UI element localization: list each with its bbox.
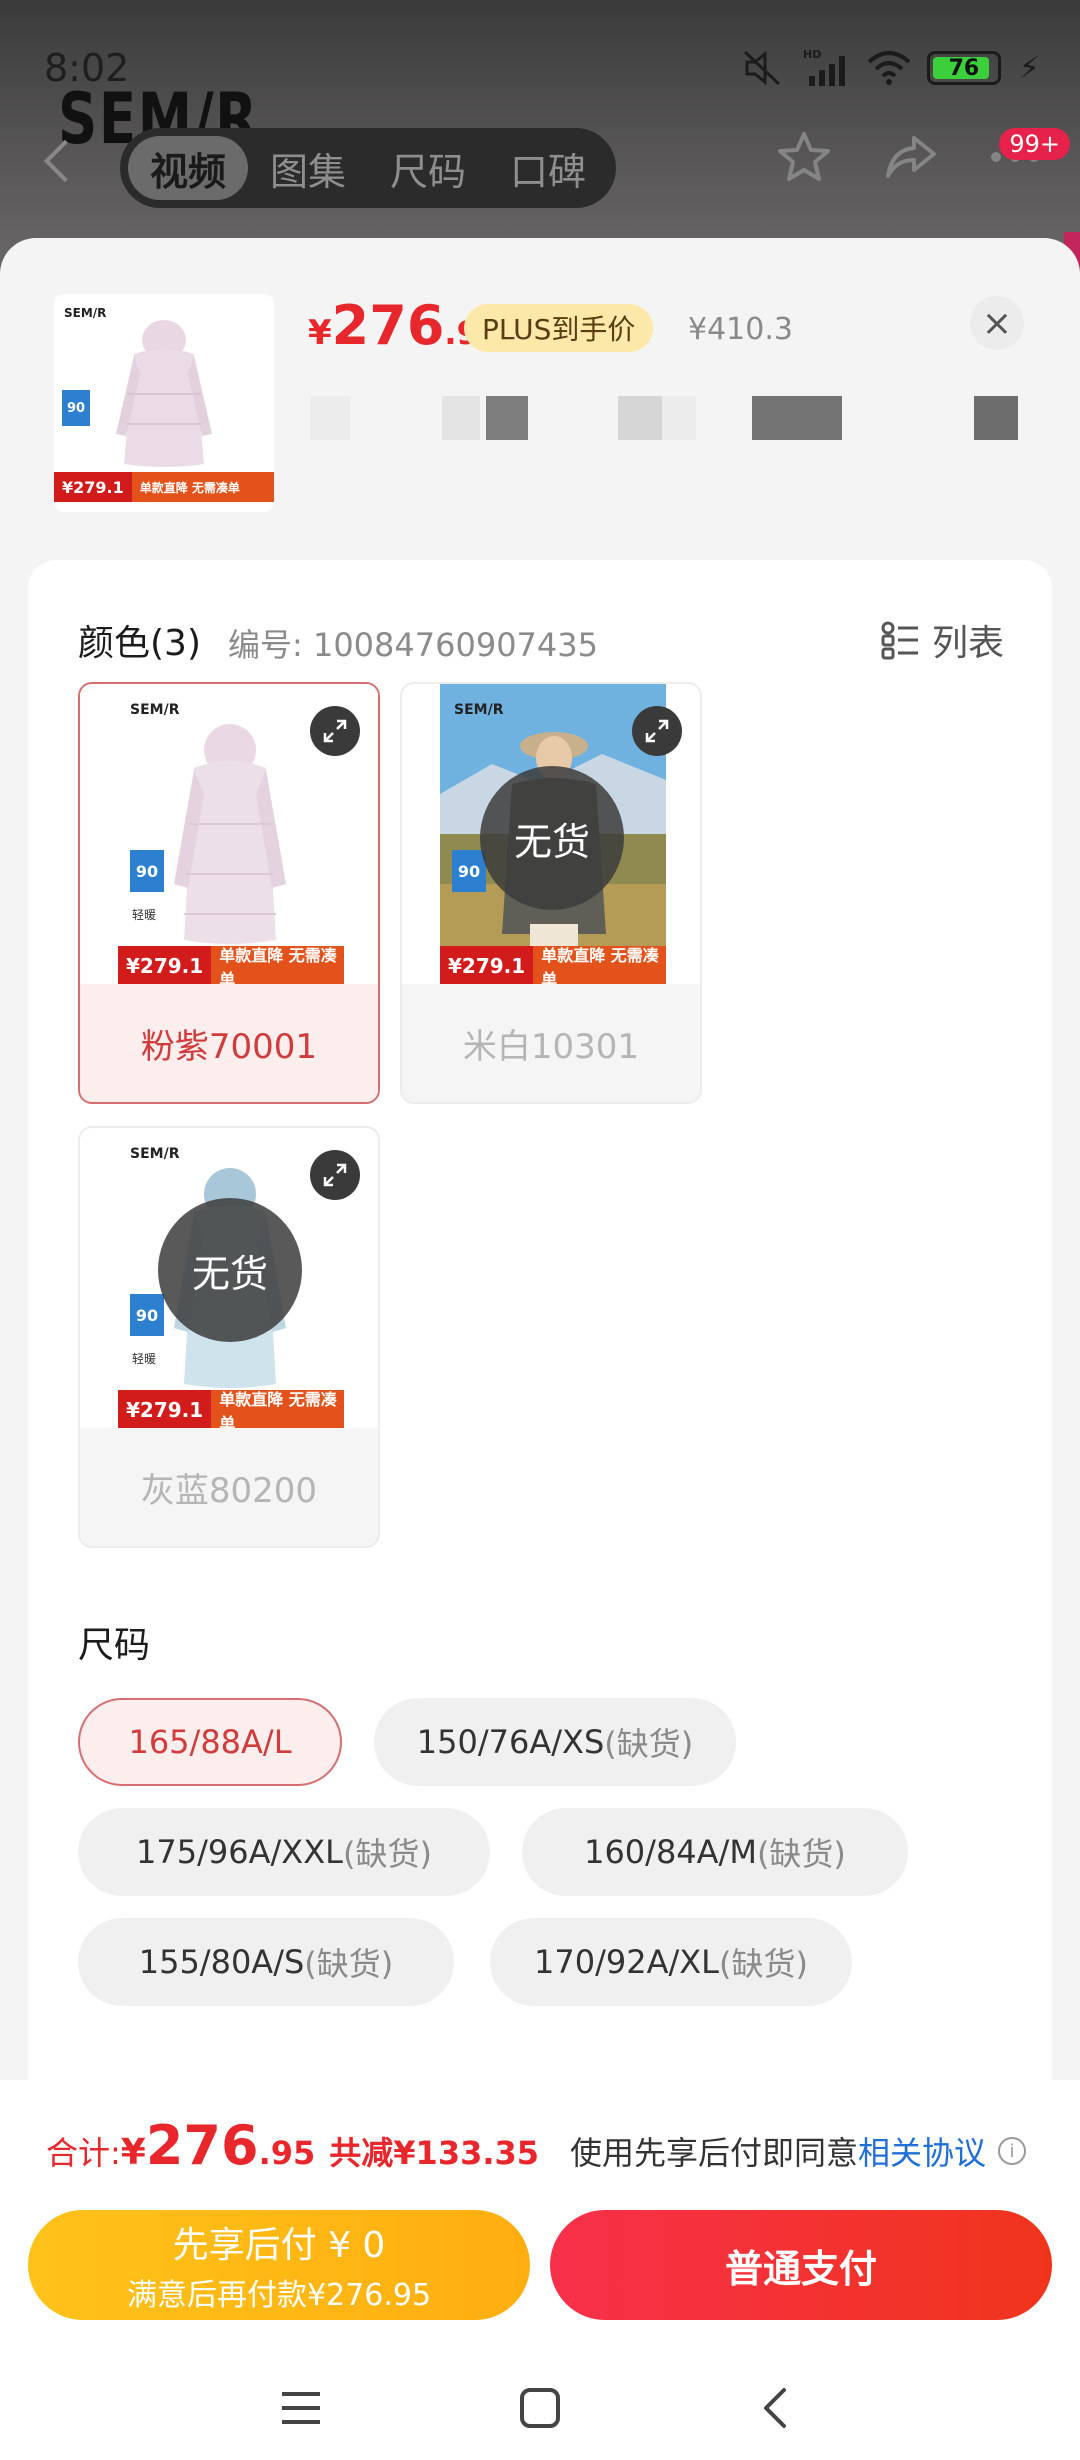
info-icon[interactable]: i <box>998 2137 1026 2165</box>
size-option-170-92a-xl[interactable]: 170/92A/XL (缺货) <box>490 1918 852 2006</box>
total-label: 合计: <box>46 2134 121 2172</box>
color-option-label: 米白10301 <box>402 984 700 1102</box>
out-of-stock-overlay: 无货 <box>158 1198 302 1342</box>
tab-gallery[interactable]: 图集 <box>248 136 368 200</box>
mute-icon <box>741 48 785 88</box>
promo-strip: ¥279.1 单款直降 无需凑单 <box>118 946 344 989</box>
promo-text: 单款直降 无需凑单 <box>139 480 240 495</box>
thumb-brand: SEM/R <box>64 306 107 320</box>
redacted-info <box>310 396 1030 442</box>
color-option-image: SEM/R 90 轻暖 ¥279.1 单款直降 无需凑单 无货 <box>80 1128 378 1433</box>
feather-label: 轻暖 <box>132 1352 157 1366</box>
expand-icon[interactable] <box>632 706 682 756</box>
color-section-title: 颜色(3) <box>78 623 201 664</box>
out-of-stock-overlay: 无货 <box>480 766 624 910</box>
tab-reviews[interactable]: 口碑 <box>488 136 608 200</box>
card-brand: SEM/R <box>130 1146 180 1162</box>
menu-nav-icon[interactable] <box>280 2388 322 2432</box>
checkout-bar: 合计: ¥ 276 .95 共减¥133.35 使用先享后付即同意 相关协议 i… <box>0 2080 1080 2460</box>
sheet-header: SEM/R 90 ¥279.1 单款直降 无需凑单 ¥ 276 .95 PLUS… <box>0 238 1080 558</box>
expand-icon[interactable] <box>310 1150 360 1200</box>
expand-icon[interactable] <box>310 706 360 756</box>
down-90-badge: 90 <box>130 1294 164 1336</box>
home-nav-icon[interactable] <box>518 2386 562 2434</box>
feather-label: 轻暖 <box>132 908 157 922</box>
size-option-175-96a-xxl[interactable]: 175/96A/XXL (缺货) <box>78 1808 490 1896</box>
tab-size[interactable]: 尺码 <box>368 136 488 200</box>
pay-later-subtitle: 满意后再付款¥276.95 <box>126 2278 432 2313</box>
svg-text:HD: HD <box>803 48 821 61</box>
list-view-toggle[interactable]: 列表 <box>880 614 1004 666</box>
total-price: 合计: ¥ 276 .95 共减¥133.35 <box>46 2114 540 2177</box>
agreement-notice: 使用先享后付即同意 相关协议 i <box>570 2128 1026 2174</box>
card-brand: SEM/R <box>130 702 180 718</box>
original-price: ¥410.3 <box>688 312 793 347</box>
product-code: 编号: 10084760907435 <box>228 626 598 664</box>
agreement-link[interactable]: 相关协议 <box>858 2128 986 2174</box>
plus-price-tag: PLUS到手价 <box>464 304 654 352</box>
message-badge: 99+ <box>999 128 1070 160</box>
status-icons: HD 76 ⚡ <box>741 48 1040 88</box>
pay-later-title: 先享后付 ¥ 0 <box>172 2225 386 2266</box>
close-button[interactable]: × <box>970 296 1024 350</box>
signal-icon: HD <box>803 48 847 88</box>
product-thumbnail[interactable]: SEM/R 90 ¥279.1 单款直降 无需凑单 <box>54 294 274 512</box>
down-90-badge: 90 <box>130 850 164 892</box>
normal-pay-button[interactable]: 普通支付 <box>550 2210 1052 2320</box>
charging-icon: ⚡ <box>1018 50 1040 86</box>
wifi-icon <box>865 48 911 88</box>
share-icon[interactable] <box>884 132 938 186</box>
size-option-160-84a-m[interactable]: 160/84A/M (缺货) <box>522 1808 908 1896</box>
back-nav-icon[interactable] <box>760 2386 790 2434</box>
media-tabs: 视频 图集 尺码 口碑 <box>120 128 616 208</box>
promo-strip: ¥279.1 单款直降 无需凑单 <box>54 472 274 502</box>
savings-amount: 共减¥133.35 <box>329 2134 540 2172</box>
color-option-label: 灰蓝80200 <box>80 1428 378 1546</box>
color-option-image: SEM/R 90 ¥279.1 单款直降 无需凑单 无货 <box>402 684 700 989</box>
color-option-pink-purple[interactable]: SEM/R 90 轻暖 ¥279.1 单款直降 无需凑单 粉紫70001 <box>78 682 380 1104</box>
promo-price: ¥279.1 <box>54 472 132 502</box>
color-option-grey-blue[interactable]: SEM/R 90 轻暖 ¥279.1 单款直降 无需凑单 无货 灰蓝80200 <box>78 1126 380 1548</box>
color-option-image: SEM/R 90 轻暖 ¥279.1 单款直降 无需凑单 <box>80 684 378 989</box>
promo-strip: ¥279.1 单款直降 无需凑单 <box>440 946 666 989</box>
promo-strip: ¥279.1 单款直降 无需凑单 <box>118 1390 344 1433</box>
size-option-155-80a-s[interactable]: 155/80A/S (缺货) <box>78 1918 454 2006</box>
color-option-label: 粉紫70001 <box>80 984 378 1102</box>
list-toggle-label: 列表 <box>931 623 1004 664</box>
agreement-text: 使用先享后付即同意 <box>569 2134 858 2172</box>
down-90-badge: 90 <box>452 850 486 892</box>
system-nav-bar <box>0 2370 1080 2460</box>
card-brand: SEM/R <box>454 702 504 718</box>
size-option-165-88a-l[interactable]: 165/88A/L <box>78 1698 342 1786</box>
tab-video[interactable]: 视频 <box>128 136 248 200</box>
list-icon <box>881 621 918 660</box>
color-option-off-white[interactable]: SEM/R 90 ¥279.1 单款直降 无需凑单 无货 米白10301 <box>400 682 702 1104</box>
size-option-150-76a-xs[interactable]: 150/76A/XS (缺货) <box>374 1698 736 1786</box>
star-icon[interactable] <box>776 130 832 188</box>
size-section-title: 尺码 <box>78 1625 151 1666</box>
pay-later-button[interactable]: 先享后付 ¥ 0 满意后再付款¥276.95 <box>28 2210 530 2320</box>
down-90-badge: 90 <box>62 390 90 426</box>
battery-icon: 76 <box>926 51 1001 85</box>
